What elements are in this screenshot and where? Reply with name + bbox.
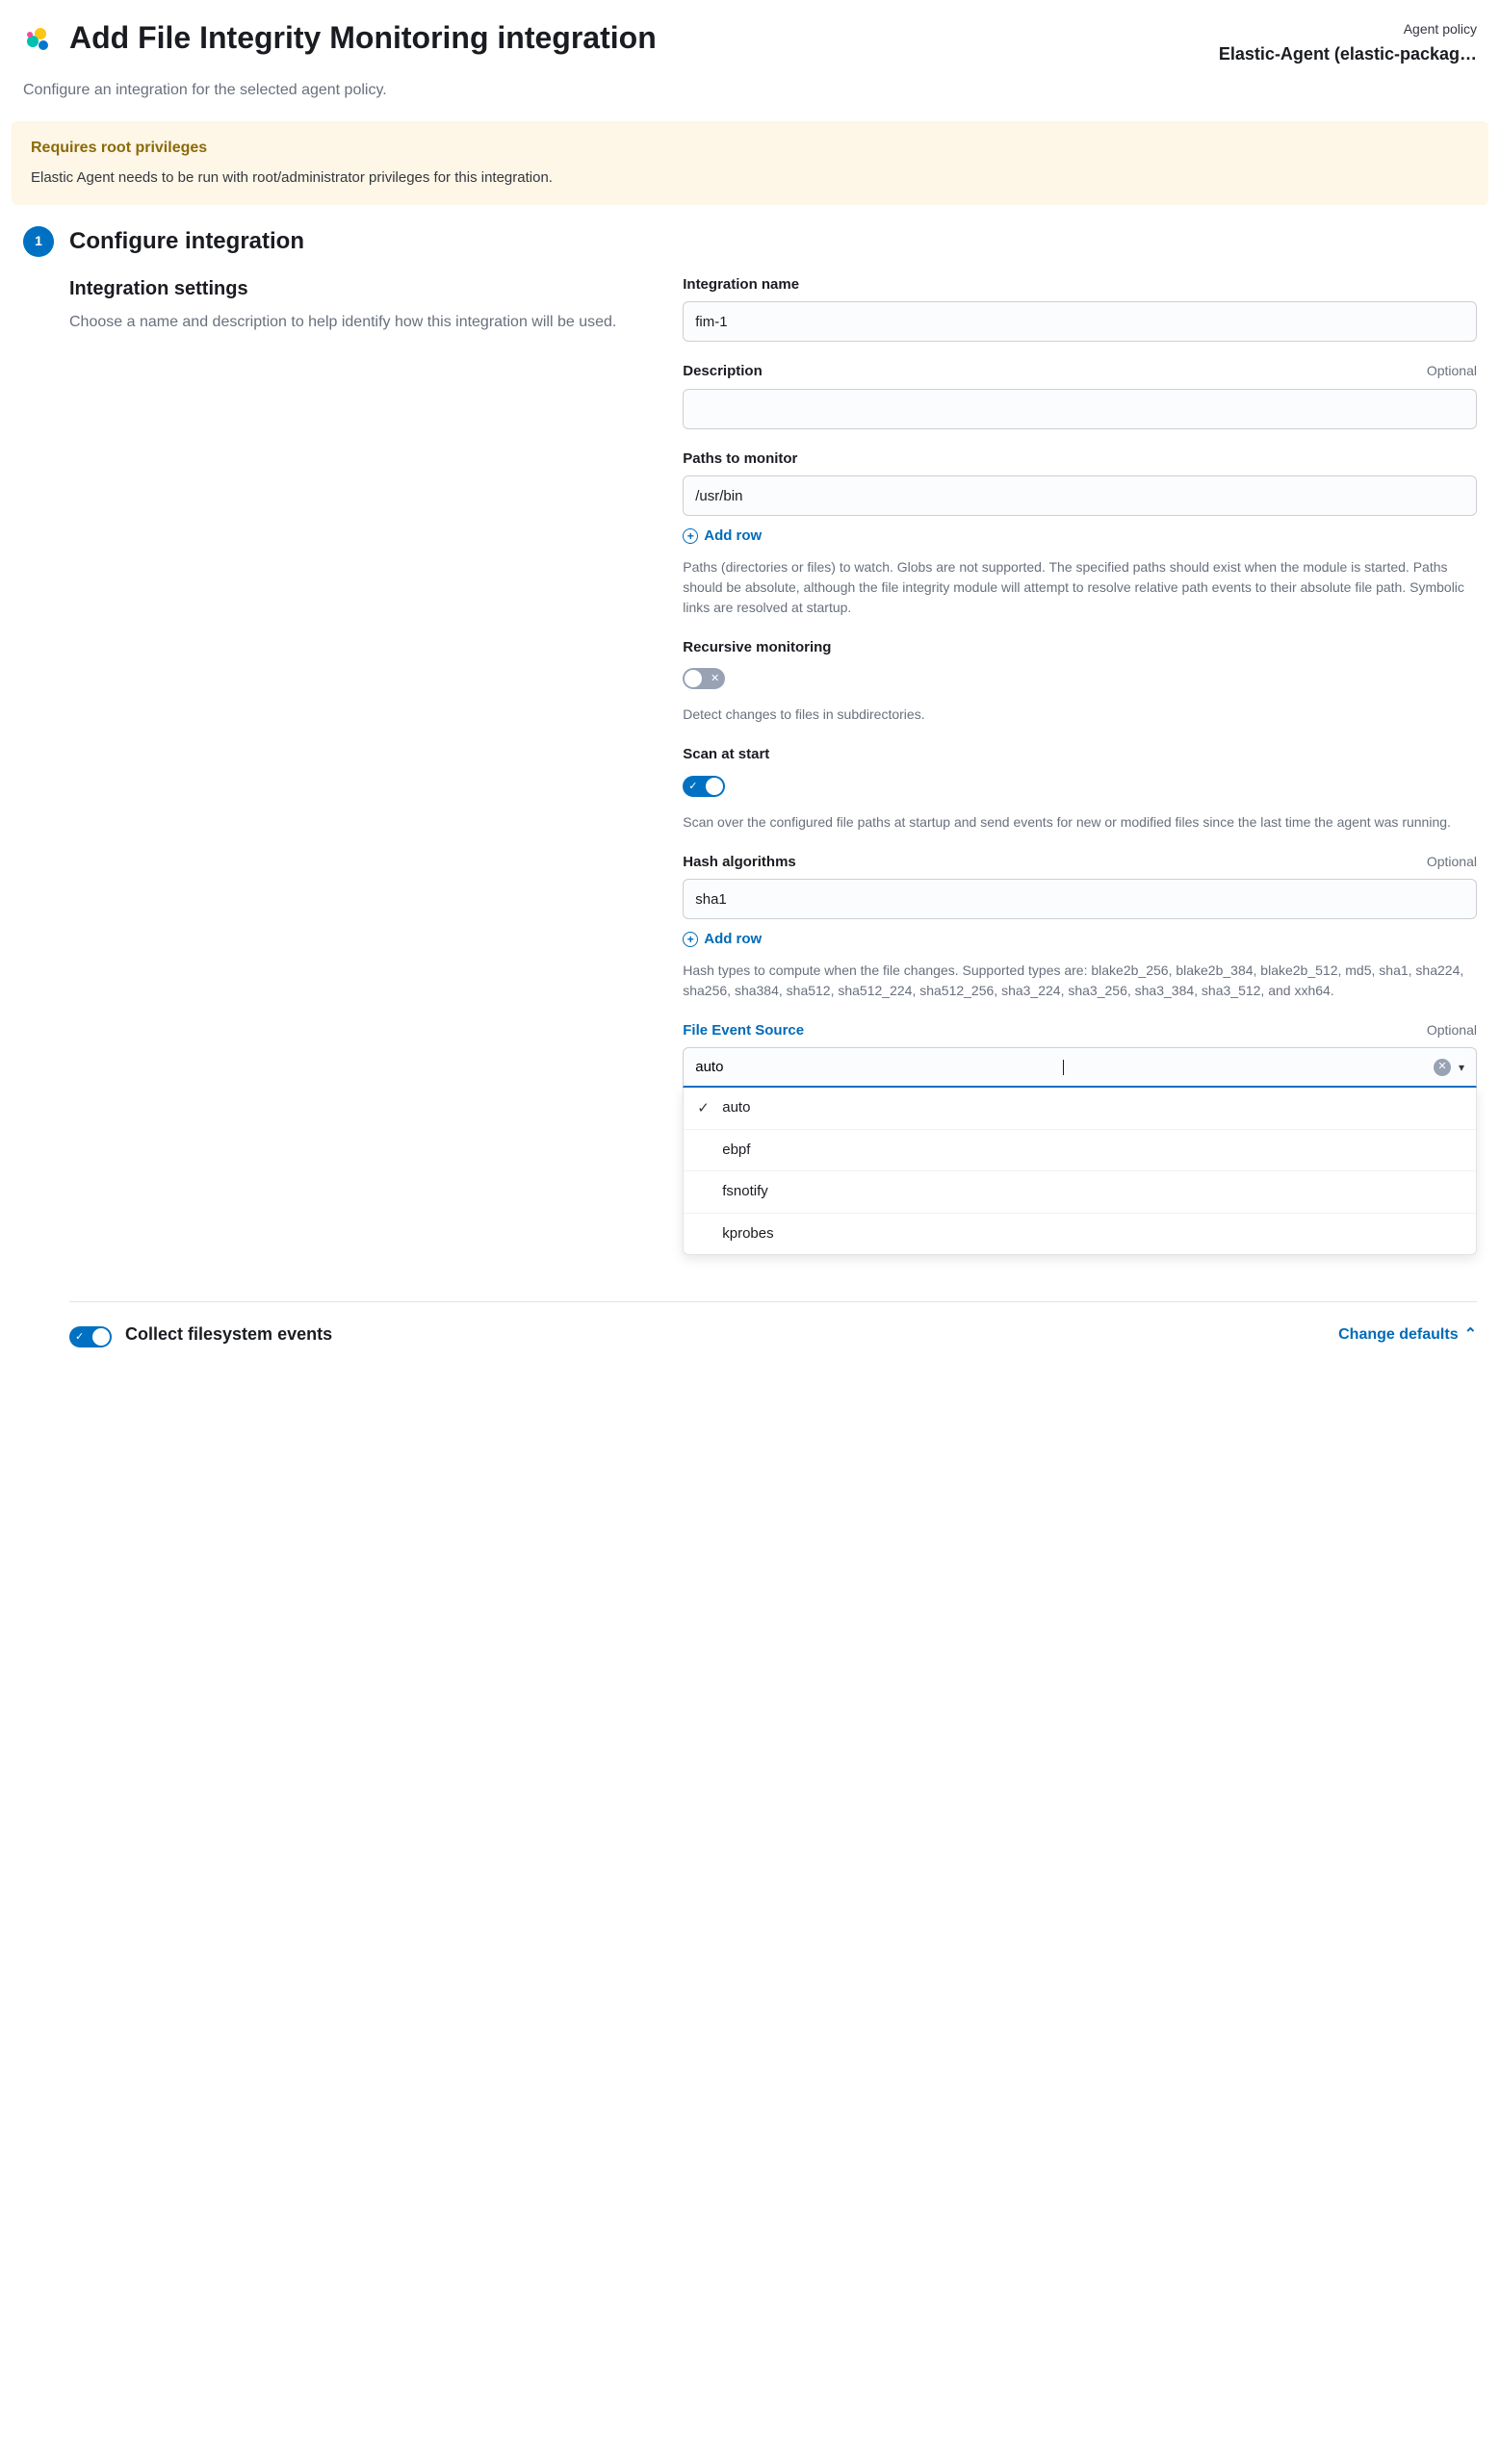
collect-filesystem-events-toggle[interactable]: ✓ (69, 1326, 112, 1348)
description-optional: Optional (1427, 361, 1477, 381)
paths-add-row-label: Add row (704, 526, 762, 548)
settings-section-title: Integration settings (69, 274, 644, 303)
check-icon: ✓ (688, 779, 697, 795)
source-optional: Optional (1427, 1020, 1477, 1040)
dropdown-option-kprobes[interactable]: kprobes (684, 1214, 1476, 1255)
elastic-logo-icon (23, 25, 54, 62)
file-event-source-combobox[interactable]: ✕ ▾ (683, 1047, 1477, 1088)
file-event-source-dropdown: ✓ auto ebpf fsnotify kprobes (683, 1088, 1477, 1255)
hash-help-text: Hash types to compute when the file chan… (683, 961, 1477, 1001)
settings-section-description: Choose a name and description to help id… (69, 311, 644, 334)
x-icon: ✕ (711, 671, 719, 687)
agent-policy-label: Agent policy (1219, 19, 1477, 39)
chevron-down-icon[interactable]: ▾ (1459, 1059, 1464, 1076)
dropdown-option-fsnotify[interactable]: fsnotify (684, 1171, 1476, 1214)
divider (69, 1301, 1477, 1302)
paths-help-text: Paths (directories or files) to watch. G… (683, 557, 1477, 618)
step-title: Configure integration (69, 224, 304, 259)
check-icon: ✓ (697, 1098, 710, 1120)
root-privileges-callout: Requires root privileges Elastic Agent n… (12, 121, 1488, 205)
paths-add-row-button[interactable]: + Add row (683, 526, 762, 548)
paths-input[interactable] (683, 475, 1477, 516)
hash-optional: Optional (1427, 852, 1477, 872)
file-event-source-input[interactable] (695, 1059, 1065, 1075)
recursive-label: Recursive monitoring (683, 637, 831, 659)
clear-icon[interactable]: ✕ (1434, 1059, 1451, 1076)
dropdown-option-ebpf[interactable]: ebpf (684, 1130, 1476, 1172)
callout-body: Elastic Agent needs to be run with root/… (31, 167, 1469, 190)
change-defaults-button[interactable]: Change defaults ⌃ (1338, 1323, 1477, 1347)
plus-circle-icon: + (683, 932, 698, 947)
page-subtitle: Configure an integration for the selecte… (0, 79, 1500, 121)
source-label: File Event Source (683, 1020, 804, 1042)
page-title: Add File Integrity Monitoring integratio… (69, 19, 1203, 56)
callout-title: Requires root privileges (31, 137, 1469, 160)
dropdown-option-auto[interactable]: ✓ auto (684, 1088, 1476, 1130)
hash-add-row-button[interactable]: + Add row (683, 929, 762, 951)
agent-policy-value: Elastic-Agent (elastic-packag… (1219, 41, 1477, 67)
hash-add-row-label: Add row (704, 929, 762, 951)
recursive-help-text: Detect changes to files in subdirectorie… (683, 705, 1477, 725)
integration-name-label: Integration name (683, 274, 799, 296)
hash-label: Hash algorithms (683, 852, 796, 874)
recursive-toggle[interactable]: ✕ (683, 668, 725, 689)
scan-start-help-text: Scan over the configured file paths at s… (683, 812, 1477, 833)
hash-input[interactable] (683, 879, 1477, 919)
scan-start-label: Scan at start (683, 744, 769, 766)
plus-circle-icon: + (683, 528, 698, 544)
scan-start-toggle[interactable]: ✓ (683, 776, 725, 797)
change-defaults-label: Change defaults (1338, 1323, 1458, 1347)
description-input[interactable] (683, 389, 1477, 429)
collect-filesystem-events-label: Collect filesystem events (125, 1322, 332, 1348)
description-label: Description (683, 361, 763, 383)
integration-name-input[interactable] (683, 301, 1477, 342)
step-number-badge: 1 (23, 226, 54, 257)
paths-label: Paths to monitor (683, 449, 797, 471)
check-icon: ✓ (75, 1329, 84, 1346)
chevron-up-icon: ⌃ (1464, 1323, 1477, 1347)
